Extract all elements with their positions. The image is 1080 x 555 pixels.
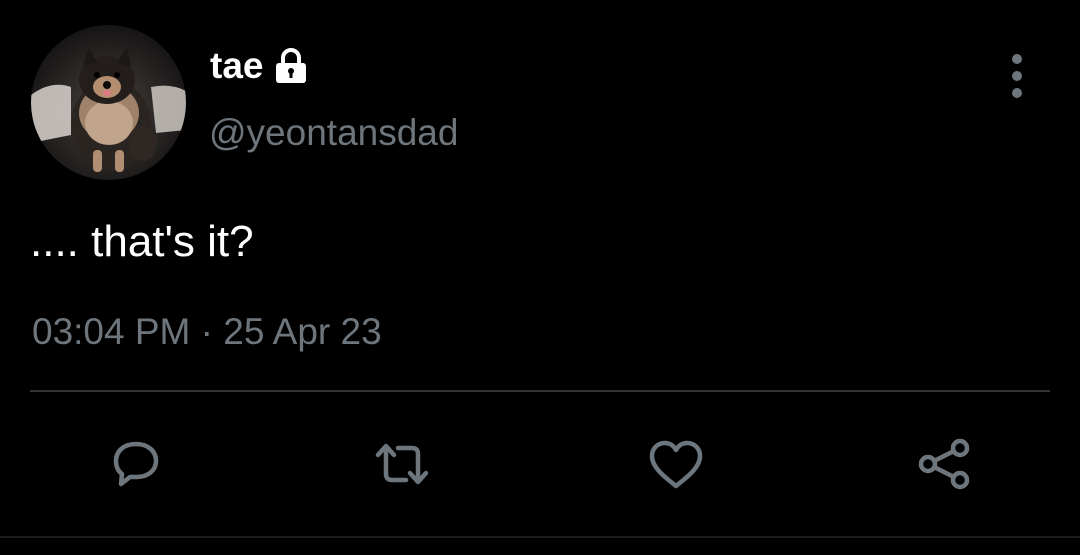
like-button[interactable] (644, 432, 708, 496)
bottom-divider (0, 536, 1080, 538)
avatar-dog-image (31, 47, 186, 172)
reply-icon (113, 441, 159, 487)
like-icon (649, 440, 703, 489)
user-display-name-row[interactable]: tae (210, 44, 309, 88)
retweet-button[interactable] (370, 432, 434, 496)
lock-icon (273, 47, 309, 85)
more-vertical-icon[interactable] (1002, 54, 1032, 98)
retweet-icon (375, 443, 429, 485)
avatar[interactable] (31, 25, 186, 180)
share-icon (918, 438, 970, 490)
reply-button[interactable] (104, 432, 168, 496)
divider (30, 390, 1050, 392)
user-handle[interactable]: @yeontansdad (209, 111, 458, 155)
tweet-text: .... that's it? (30, 217, 254, 266)
tweet-timestamp[interactable]: 03:04 PM · 25 Apr 23 (32, 310, 382, 354)
share-button[interactable] (912, 432, 976, 496)
display-name[interactable]: tae (210, 44, 263, 88)
